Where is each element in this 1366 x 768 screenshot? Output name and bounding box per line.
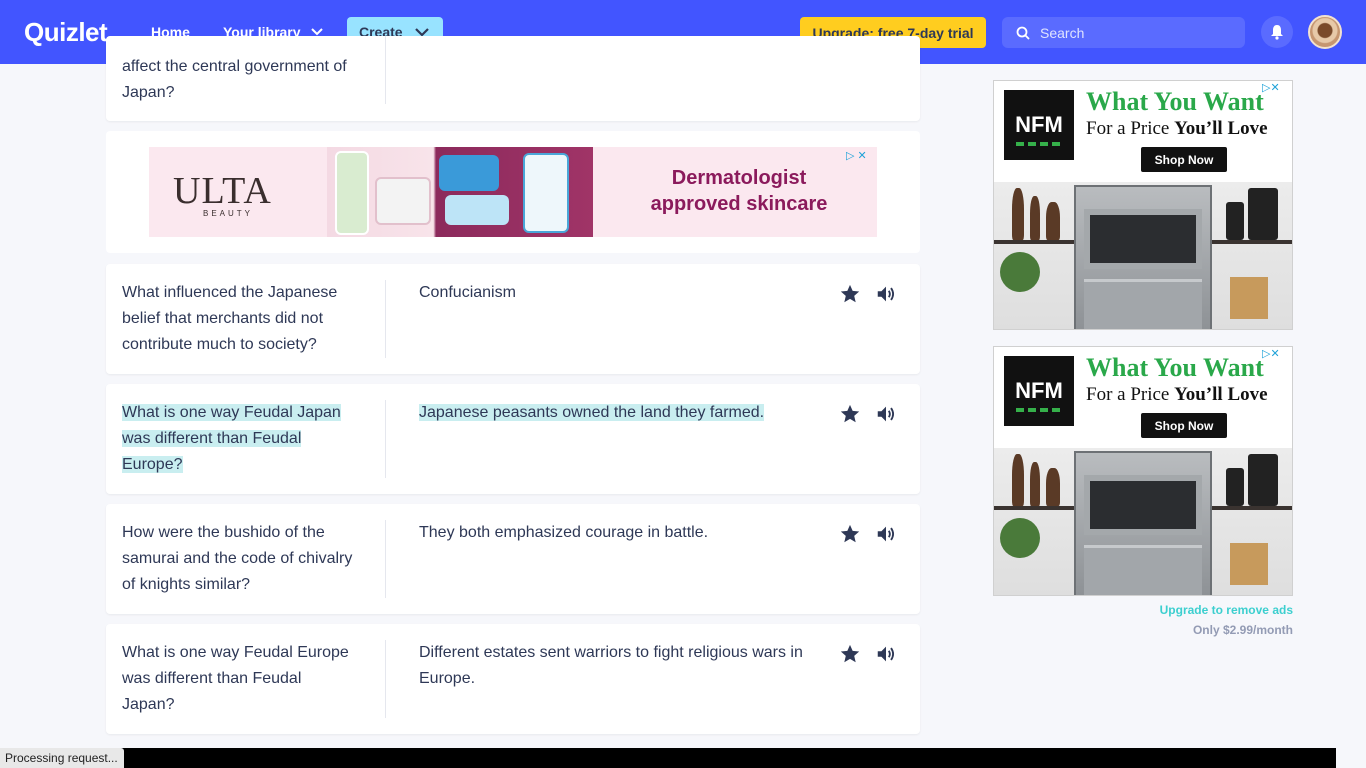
nfm-headline: What You Want [1086, 87, 1264, 116]
inline-ad-container: ULTA BEAUTY Dermatologist approved skinc… [106, 131, 920, 253]
audio-speaker-icon[interactable] [875, 523, 897, 545]
ulta-headline-line2: approved skincare [650, 193, 828, 215]
search-bar[interactable] [1002, 17, 1245, 48]
nfm-subheadline: For a Price You’ll Love [1086, 384, 1268, 406]
kitchen-image [994, 182, 1292, 329]
oven-image [1074, 185, 1212, 329]
nfm-ad-banner[interactable]: NFM What You Want For a Price You’ll Lov… [993, 346, 1293, 596]
ulta-ad-banner[interactable]: ULTA BEAUTY Dermatologist approved skinc… [149, 147, 877, 237]
term-text: affect the central government of Japan? [122, 58, 347, 101]
notifications-button[interactable] [1261, 16, 1293, 48]
chevron-down-icon [310, 28, 323, 36]
browser-status-bar [0, 748, 1336, 768]
card-divider [385, 36, 386, 104]
card-divider [385, 520, 386, 598]
search-icon [1016, 26, 1030, 40]
ulta-product-image [327, 147, 593, 237]
audio-speaker-icon[interactable] [875, 643, 897, 665]
bell-icon [1271, 25, 1283, 40]
nfm-logo-bar [1016, 142, 1062, 146]
term-card: affect the central government of Japan? [106, 36, 920, 121]
definition-text: Different estates sent warriors to fight… [419, 644, 803, 687]
card-divider [385, 640, 386, 718]
audio-speaker-icon[interactable] [875, 283, 897, 305]
star-icon[interactable] [839, 283, 861, 305]
star-icon[interactable] [839, 643, 861, 665]
upgrade-price-text: Only $2.99/month [1192, 623, 1293, 637]
audio-speaker-icon[interactable] [875, 403, 897, 425]
nfm-logo-bar [1016, 408, 1062, 412]
nfm-ad-banner[interactable]: NFM What You Want For a Price You’ll Lov… [993, 80, 1293, 330]
nfm-sub-bold: You’ll Love [1174, 118, 1268, 139]
upgrade-remove-ads-link[interactable]: Upgrade to remove ads [1120, 603, 1293, 617]
nfm-subheadline: For a Price You’ll Love [1086, 118, 1268, 140]
status-text: Processing request... [0, 748, 124, 768]
definition-highlight: Japanese peasants owned the land they fa… [419, 404, 765, 421]
term-text: What is one way Feudal Europe was differ… [122, 644, 349, 713]
star-icon[interactable] [839, 403, 861, 425]
nfm-sub-prefix: For a Price [1086, 384, 1175, 405]
oven-image [1074, 451, 1212, 595]
adchoices-icon[interactable]: ▷✕ [1262, 347, 1280, 360]
nfm-headline: What You Want [1086, 353, 1264, 382]
term-highlight: What is one way Feudal Japan was differe… [122, 404, 341, 473]
term-text: What is one way Feudal Japan was differe… [122, 400, 354, 478]
search-input[interactable] [1040, 24, 1220, 41]
star-icon[interactable] [839, 523, 861, 545]
ulta-logo-sub: BEAUTY [203, 209, 254, 218]
card-divider [385, 400, 386, 478]
term-card: How were the bushido of the samurai and … [106, 504, 920, 614]
adchoices-icon[interactable]: ▷✕ [1262, 81, 1280, 94]
nfm-sub-bold: You’ll Love [1174, 384, 1268, 405]
shop-now-button[interactable]: Shop Now [1141, 147, 1227, 172]
definition-text: Confucianism [419, 284, 516, 301]
definition-text: They both emphasized courage in battle. [419, 524, 709, 541]
ulta-headline: Dermatologist approved skincare [629, 165, 849, 217]
ulta-headline-line1: Dermatologist [671, 167, 807, 189]
term-card: What influenced the Japanese belief that… [106, 264, 920, 374]
shop-now-button[interactable]: Shop Now [1141, 413, 1227, 438]
user-avatar[interactable] [1308, 15, 1342, 49]
term-text: What influenced the Japanese belief that… [122, 284, 338, 353]
term-card: What is one way Feudal Europe was differ… [106, 624, 920, 734]
quizlet-logo[interactable]: Quizlet [24, 17, 108, 48]
nfm-sub-prefix: For a Price [1086, 118, 1175, 139]
nfm-logo: NFM [1004, 356, 1074, 426]
adchoices-icon[interactable]: ▷ ✕ [846, 149, 867, 162]
ulta-logo: ULTA [173, 170, 272, 212]
definition-text: Japanese peasants owned the land they fa… [419, 400, 804, 426]
kitchen-image [994, 448, 1292, 595]
term-text: How were the bushido of the samurai and … [122, 524, 353, 593]
term-card: What is one way Feudal Japan was differe… [106, 384, 920, 494]
nfm-logo: NFM [1004, 90, 1074, 160]
card-divider [385, 280, 386, 358]
